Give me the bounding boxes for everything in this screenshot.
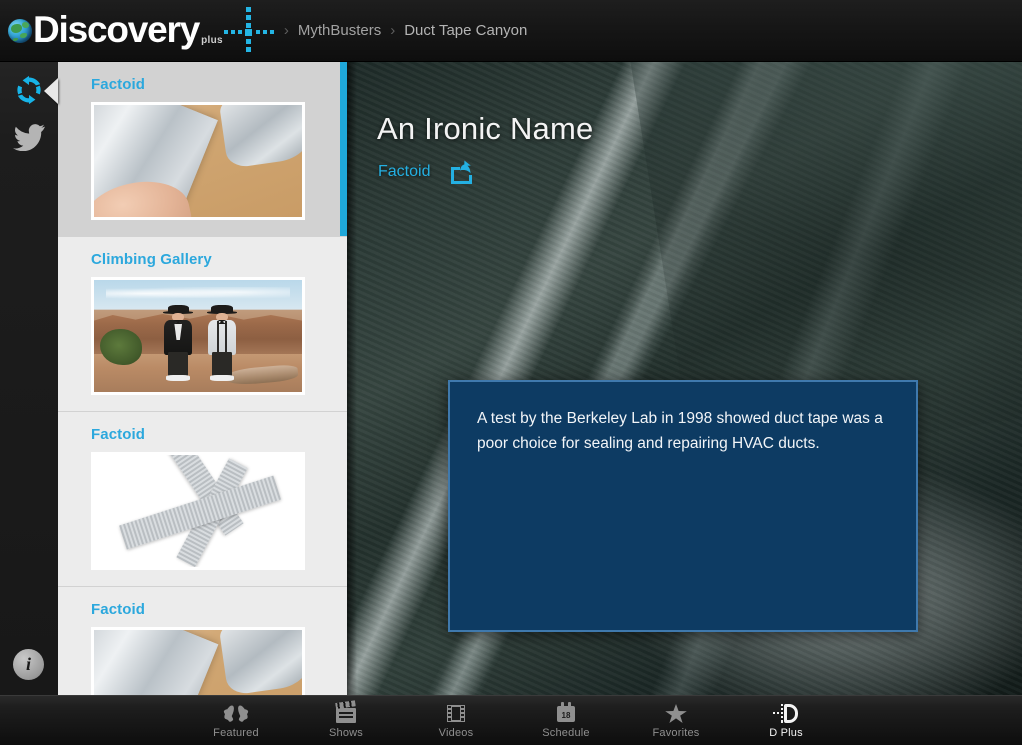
nav-item-videos[interactable]: Videos [401,696,511,745]
list-item[interactable]: Factoid [58,587,347,695]
nav-item-featured[interactable]: Featured [181,696,291,745]
chevron-left-icon[interactable] [44,78,58,104]
film-strip-icon [443,702,469,724]
selection-indicator [340,62,347,236]
spotlights-icon [223,702,249,724]
canyon-hosts-photo [94,280,302,392]
nav-label: Schedule [542,727,589,739]
nav-label: Videos [439,727,474,739]
nav-label: D Plus [769,727,803,739]
nav-item-favorites[interactable]: Favorites [621,696,731,745]
dotted-plus-icon [222,5,276,57]
list-item-thumbnail[interactable] [91,102,305,220]
bottom-nav-bar: Featured Shows Videos 18 Schedule [0,695,1022,745]
breadcrumb-separator-1: › [390,22,395,39]
star-icon [663,702,689,724]
list-item-thumbnail[interactable] [91,277,305,395]
left-rail: i [0,62,58,695]
related-items-list[interactable]: Factoid Climbing Gallery [58,62,347,695]
stage-subtitle-row: Factoid [378,160,476,184]
breadcrumb-separator-0: › [284,22,289,39]
refresh-icon[interactable] [12,73,46,107]
d-plus-icon [773,702,799,724]
list-item-title: Factoid [91,601,347,618]
list-item-title: Factoid [91,426,347,443]
list-item[interactable]: Factoid [58,412,347,587]
duct-tape-hand-photo [94,105,302,217]
globe-icon [8,19,32,43]
info-glyph: i [26,654,31,675]
calendar-day: 18 [557,711,575,720]
factoid-panel: A test by the Berkeley Lab in 1998 showe… [448,380,918,632]
breadcrumb-item-mythbusters[interactable]: MythBusters [298,22,381,39]
stage-edge-shadow [347,62,357,695]
nav-label: Favorites [652,727,699,739]
list-item-thumbnail[interactable] [91,627,305,695]
nav-label: Featured [213,727,259,739]
list-item-thumbnail[interactable] [91,452,305,570]
main-stage: An Ironic Name Factoid A test by the Ber… [347,62,1022,695]
nav-item-shows[interactable]: Shows [291,696,401,745]
nav-label: Shows [329,727,363,739]
list-item-title: Climbing Gallery [91,251,347,268]
list-item[interactable]: Factoid [58,62,347,237]
brand-suffix: plus [201,35,223,46]
clapperboard-icon [333,702,359,724]
list-item-title: Factoid [91,76,347,93]
breadcrumb: › MythBusters › Duct Tape Canyon [284,22,528,39]
brand-logo[interactable]: Discovery plus [8,0,276,62]
twitter-bird-icon[interactable] [12,123,46,157]
list-item[interactable]: Climbing Gallery [58,237,347,412]
content-type-label: Factoid [378,163,430,181]
calendar-icon: 18 [553,702,579,724]
brand-wordmark: Discovery [33,11,199,48]
discovery-plus-app: Discovery plus › MythBusters › Duct T [0,0,1022,745]
factoid-body-text: A test by the Berkeley Lab in 1998 showe… [477,406,890,456]
share-icon[interactable] [449,160,476,184]
app-header: Discovery plus › MythBusters › Duct T [0,0,1022,62]
nav-item-d-plus[interactable]: D Plus [731,696,841,745]
duct-tape-x-photo [94,455,302,567]
info-icon[interactable]: i [13,649,44,680]
duct-tape-hand-photo [94,630,302,695]
breadcrumb-item-duct-tape-canyon[interactable]: Duct Tape Canyon [404,22,527,39]
page-title: An Ironic Name [377,111,593,147]
nav-item-schedule[interactable]: 18 Schedule [511,696,621,745]
